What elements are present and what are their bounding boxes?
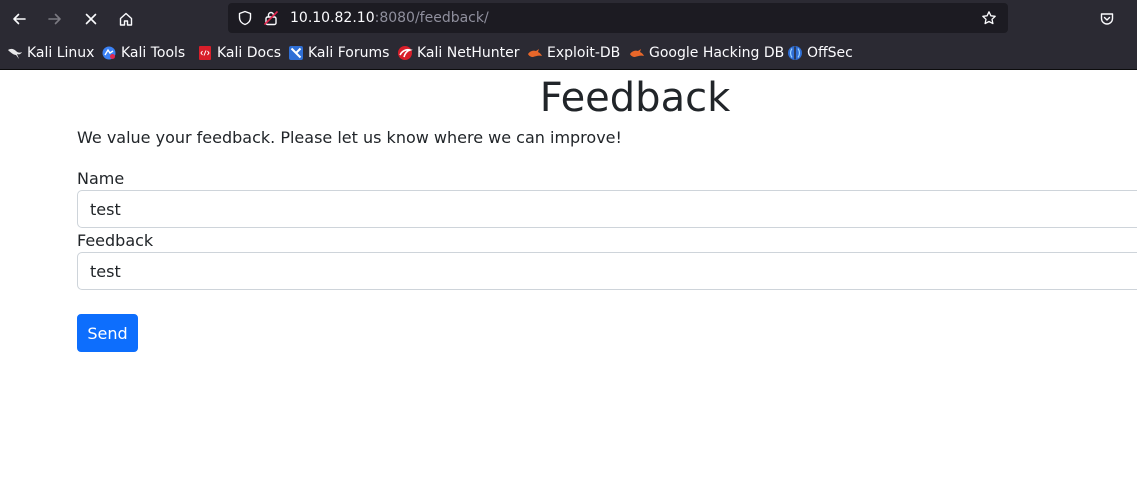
intro-text: We value your feedback. Please let us kn… <box>77 128 622 147</box>
address-bar[interactable]: 10.10.82.10:8080/feedback/ <box>228 3 1008 33</box>
bookmark-kali-docs[interactable]: Kali Docs <box>197 44 281 62</box>
name-label: Name <box>77 169 125 188</box>
url-text: 10.10.82.10:8080/feedback/ <box>290 9 489 27</box>
star-icon <box>982 11 996 25</box>
bookmark-kali-tools[interactable]: Kali Tools <box>101 44 185 62</box>
bookmark-kali-linux[interactable]: Kali Linux <box>7 44 94 62</box>
bookmark-offsec[interactable]: OffSec <box>787 44 853 62</box>
bookmark-exploit-db[interactable]: Exploit-DB <box>527 44 620 62</box>
exploit-db-icon <box>527 45 543 61</box>
bookmark-label: Google Hacking DB <box>649 45 785 61</box>
page-content: Feedback We value your feedback. Please … <box>0 70 1137 496</box>
name-input[interactable] <box>77 190 1137 228</box>
arrow-left-icon <box>13 13 26 25</box>
feedback-input[interactable] <box>77 252 1137 290</box>
kali-dragon-icon <box>7 45 23 61</box>
arrow-right-icon <box>48 13 61 25</box>
bookmark-kali-forums[interactable]: Kali Forums <box>288 44 389 62</box>
bookmarks-toolbar: Kali Linux Kali Tools Kali Docs Kali For… <box>0 38 1137 70</box>
kali-docs-icon <box>197 45 213 61</box>
url-path: :8080/feedback/ <box>374 10 489 26</box>
kali-nethunter-icon <box>397 45 413 61</box>
bookmark-label: Kali NetHunter <box>417 45 520 61</box>
page-title: Feedback <box>539 75 731 121</box>
pocket-icon <box>1100 13 1114 25</box>
shield-icon <box>238 10 252 26</box>
ghdb-icon <box>629 45 645 61</box>
bookmark-google-hacking-db[interactable]: Google Hacking DB <box>629 44 784 62</box>
tracking-protection-icon[interactable] <box>236 9 254 27</box>
bookmark-kali-nethunter[interactable]: Kali NetHunter <box>397 44 519 62</box>
browser-toolbar: 10.10.82.10:8080/feedback/ <box>0 0 1137 38</box>
lock-insecure-icon <box>263 10 279 26</box>
pocket-button[interactable] <box>1093 5 1121 33</box>
forward-button[interactable] <box>41 5 69 33</box>
kali-tools-icon <box>101 45 117 61</box>
bookmark-label: Kali Tools <box>121 45 186 61</box>
insecure-connection-icon[interactable] <box>262 9 280 27</box>
bookmark-label: Kali Linux <box>27 45 95 61</box>
bookmark-star-button[interactable] <box>980 9 998 27</box>
url-host: 10.10.82.10 <box>290 10 375 26</box>
offsec-icon <box>787 45 803 61</box>
kali-forums-icon <box>288 45 304 61</box>
bookmark-label: OffSec <box>807 45 853 61</box>
feedback-label: Feedback <box>77 231 154 250</box>
home-icon <box>119 12 133 26</box>
bookmark-label: Exploit-DB <box>547 45 621 61</box>
home-button[interactable] <box>112 5 140 33</box>
stop-loading-button[interactable] <box>77 5 105 33</box>
bookmark-label: Kali Forums <box>308 45 390 61</box>
bookmark-label: Kali Docs <box>217 45 282 61</box>
back-button[interactable] <box>5 5 33 33</box>
browser-chrome: 10.10.82.10:8080/feedback/ Kali Linux Ka… <box>0 0 1137 70</box>
close-icon <box>85 13 97 25</box>
send-button[interactable]: Send <box>77 314 138 352</box>
